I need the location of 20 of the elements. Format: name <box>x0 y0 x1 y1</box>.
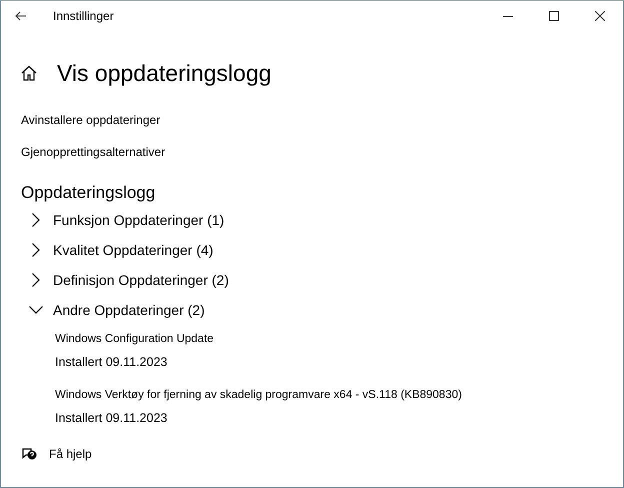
back-arrow-icon <box>15 11 27 21</box>
section-heading: Oppdateringslogg <box>21 183 156 204</box>
home-icon <box>21 65 37 81</box>
page-title: Vis oppdateringslogg <box>57 60 272 86</box>
maximize-icon <box>549 11 559 21</box>
update-name: Windows Configuration Update <box>55 333 215 347</box>
settings-link[interactable]: Gjenopprettingsalternativer <box>21 145 166 163</box>
settings-link[interactable]: Avinstallere oppdateringer <box>21 113 160 131</box>
chevron-down-icon <box>29 306 43 314</box>
expander-row[interactable]: Definisjon Oppdateringer (2) <box>29 265 229 295</box>
update-status: Installert 09.11.2023 <box>55 355 168 371</box>
help-link[interactable]: Få hjelp <box>49 447 92 461</box>
expander-row[interactable]: Kvalitet Oppdateringer (4) <box>29 235 214 265</box>
chat-help-icon <box>21 447 37 461</box>
expander-row[interactable]: Funksjon Oppdateringer (1) <box>29 205 224 235</box>
update-status: Installert 09.11.2023 <box>55 411 168 427</box>
expander-row[interactable]: Andre Oppdateringer (2) <box>29 295 205 325</box>
window-title: Innstillinger <box>53 9 115 23</box>
update-name: Windows Verktøy for fjerning av skadelig programvare x64 - vS.118 (KB890830) <box>55 389 463 403</box>
close-icon <box>595 11 605 21</box>
